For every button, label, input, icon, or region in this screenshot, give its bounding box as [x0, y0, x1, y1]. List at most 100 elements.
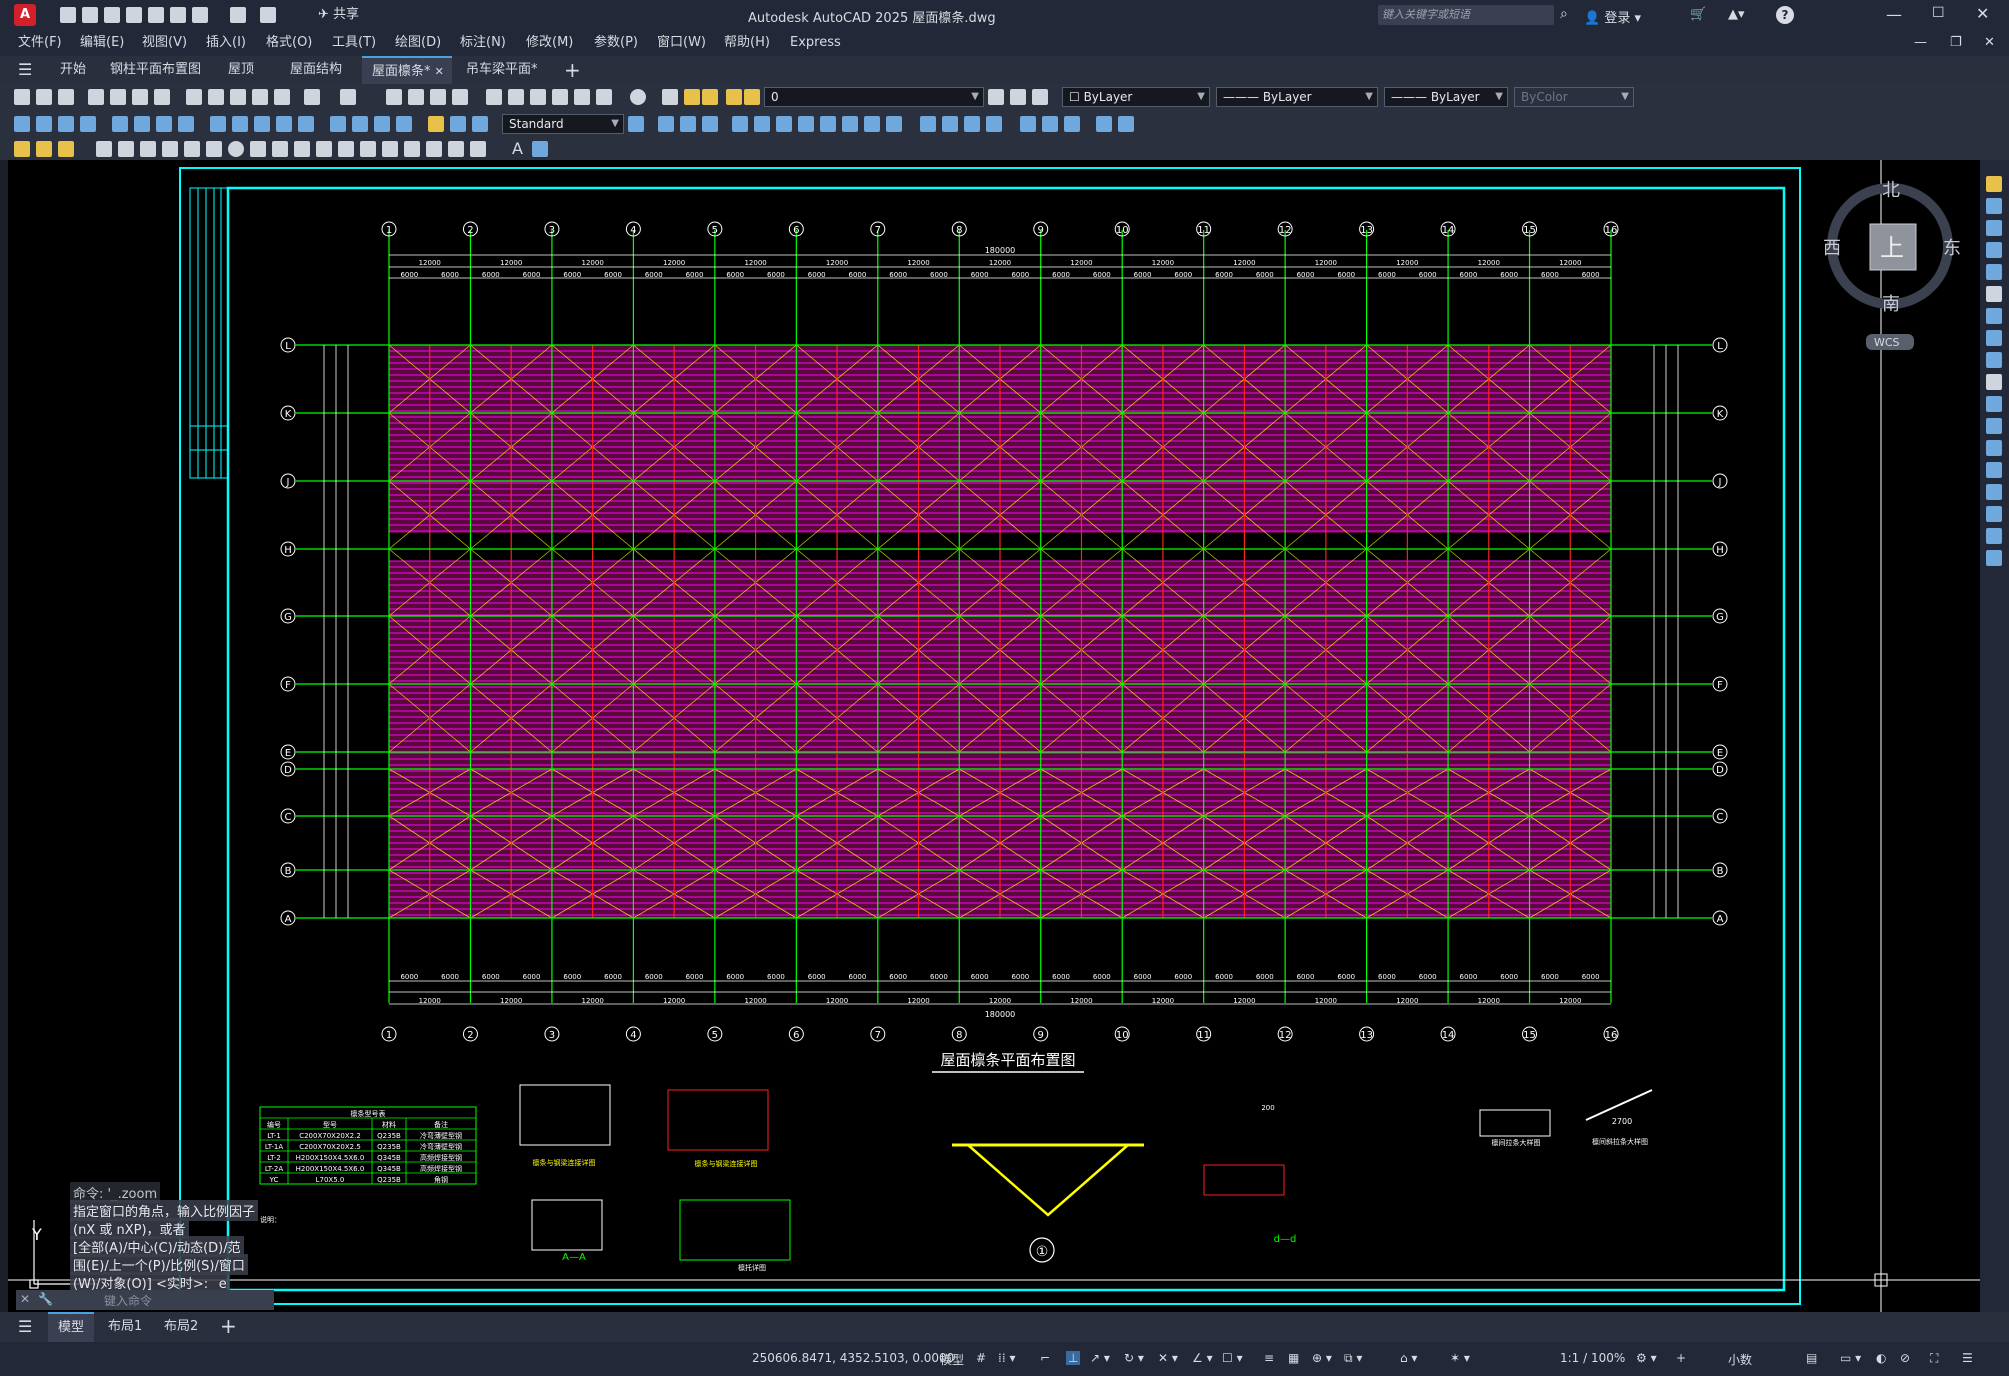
inspection-icon[interactable]: [374, 116, 390, 132]
dyn-ucs-icon[interactable]: ∠ ▾: [1192, 1351, 1213, 1365]
hamburger-menu-icon[interactable]: ☰: [18, 1317, 32, 1336]
osnap-icon[interactable]: ↻ ▾: [1124, 1351, 1144, 1365]
3d-flatten-icon[interactable]: [964, 116, 980, 132]
zoom-realtime-icon[interactable]: [408, 89, 424, 105]
blockeditor-icon[interactable]: [274, 89, 290, 105]
coordinates-readout[interactable]: 250606.8471, 4352.5103, 0.0000: [752, 1351, 954, 1365]
ellipse-icon[interactable]: [294, 141, 310, 157]
open-web-icon[interactable]: [148, 7, 164, 23]
layer-previous-icon[interactable]: [1010, 89, 1026, 105]
polygon-icon[interactable]: [162, 141, 178, 157]
properties-icon[interactable]: ▤: [1806, 1351, 1817, 1365]
polyline-icon[interactable]: [140, 141, 156, 157]
dimstyle-dropdown[interactable]: Standard ▼: [502, 114, 624, 134]
fillet-icon[interactable]: [1986, 506, 2002, 522]
quickcalc-icon[interactable]: [596, 89, 612, 105]
isodraft-icon[interactable]: ↗ ▾: [1090, 1351, 1110, 1365]
move-icon[interactable]: [1986, 286, 2002, 302]
region-icon[interactable]: [448, 141, 464, 157]
annomonitor-icon[interactable]: ⧉ ▾: [1344, 1351, 1362, 1366]
ellipse-arc-icon[interactable]: [316, 141, 332, 157]
layer-lock-icon[interactable]: [726, 89, 742, 105]
clean-screen-icon[interactable]: ⛶: [1930, 1351, 1938, 1366]
mirror-icon[interactable]: [1986, 220, 2002, 236]
hatch-icon[interactable]: [404, 141, 420, 157]
chamfer-icon[interactable]: [1986, 484, 2002, 500]
arc-icon[interactable]: [206, 141, 222, 157]
units-icon[interactable]: ⌂ ▾: [1400, 1351, 1417, 1365]
gradient-icon[interactable]: [426, 141, 442, 157]
model-space-button[interactable]: 模型: [940, 1351, 964, 1368]
dim-update-icon[interactable]: [472, 116, 488, 132]
spline-icon[interactable]: [272, 141, 288, 157]
break-point-icon[interactable]: [1986, 418, 2002, 434]
array-icon[interactable]: [1986, 264, 2002, 280]
3d-mirror-icon[interactable]: [1064, 116, 1080, 132]
erase-icon[interactable]: [1986, 176, 2002, 192]
selection-cycling-icon[interactable]: ▦: [1288, 1351, 1299, 1365]
doc-restore[interactable]: ❐: [1950, 30, 1962, 56]
autodesk-a360-icon[interactable]: ▲▾: [1728, 7, 1745, 22]
toolpalettes-icon[interactable]: [530, 89, 546, 105]
color-dropdown[interactable]: ☐ ByLayer ▼: [1062, 87, 1210, 107]
menu-tools[interactable]: 工具(T): [332, 30, 376, 56]
dim-break-icon[interactable]: [298, 116, 314, 132]
menu-dimension[interactable]: 标注(N): [460, 30, 506, 56]
open-file-icon[interactable]: [82, 7, 98, 23]
settings-icon[interactable]: ⚙ ▾: [1636, 1351, 1657, 1365]
3d-box-icon[interactable]: [658, 116, 674, 132]
break-icon[interactable]: [1986, 440, 2002, 456]
3d-union-icon[interactable]: [820, 116, 836, 132]
publish-icon[interactable]: [132, 89, 148, 105]
dim-space-icon[interactable]: [276, 116, 292, 132]
lineweight-dropdown[interactable]: ——— ByLayer ▼: [1384, 87, 1508, 107]
login-button[interactable]: 👤 登录 ▾: [1584, 7, 1641, 26]
doc-minimize[interactable]: —: [1914, 30, 1927, 56]
close-button[interactable]: ✕: [1976, 4, 1989, 23]
tab-crane-beam[interactable]: 吊车梁平面*: [456, 56, 548, 84]
otrack-icon[interactable]: ✕ ▾: [1158, 1351, 1178, 1365]
3d-wedge-icon[interactable]: [680, 116, 696, 132]
circle-icon[interactable]: [228, 141, 244, 157]
close-icon[interactable]: ✕: [20, 1292, 30, 1306]
join-icon[interactable]: [1986, 462, 2002, 478]
cut-icon[interactable]: [186, 89, 202, 105]
pan-icon[interactable]: [386, 89, 402, 105]
undo-icon[interactable]: [230, 7, 246, 23]
layer-freeze-icon[interactable]: [702, 89, 718, 105]
redo-icon[interactable]: [340, 89, 356, 105]
preview-icon[interactable]: [110, 89, 126, 105]
dim-aligned-icon[interactable]: [36, 116, 52, 132]
plot-icon[interactable]: [192, 7, 208, 23]
linetype-dropdown[interactable]: ——— ByLayer ▼: [1216, 87, 1378, 107]
menu-edit[interactable]: 编辑(E): [80, 30, 124, 56]
new-layout-icon[interactable]: +: [220, 1314, 237, 1338]
3d-sweep-icon[interactable]: [776, 116, 792, 132]
offset-icon[interactable]: [1986, 242, 2002, 258]
tab-layout1[interactable]: 布局1: [98, 1312, 152, 1342]
menu-insert[interactable]: 插入(I): [206, 30, 246, 56]
scale-icon[interactable]: [1986, 330, 2002, 346]
menu-window[interactable]: 窗口(W): [657, 30, 706, 56]
quick-select-icon[interactable]: [36, 141, 52, 157]
3d-section-icon[interactable]: [942, 116, 958, 132]
tab-roof-purlin[interactable]: 屋面檩条* ✕: [362, 56, 452, 84]
dim-continue-icon[interactable]: [254, 116, 270, 132]
revcloud-icon[interactable]: [250, 141, 266, 157]
transparency-icon[interactable]: ≡: [1264, 1351, 1274, 1365]
designcenter-icon[interactable]: [508, 89, 524, 105]
3d-align-icon[interactable]: [1042, 116, 1058, 132]
drawing-canvas[interactable]: 1 1 2 2 3 3 4 4 5 5 6 6 7 7 8 8 9 9 10 10 11 11 12 12 13 13 14 14 15…: [8, 160, 1980, 1312]
3d-extrude-icon[interactable]: [732, 116, 748, 132]
dim-baseline-icon[interactable]: [232, 116, 248, 132]
3d-move-icon[interactable]: [1118, 116, 1134, 132]
3d-loft-icon[interactable]: [798, 116, 814, 132]
menu-draw[interactable]: 绘图(D): [395, 30, 441, 56]
3d-slice-icon[interactable]: [886, 116, 902, 132]
qnew-icon[interactable]: [14, 89, 30, 105]
table-icon[interactable]: [470, 141, 486, 157]
menu-help[interactable]: 帮助(H): [724, 30, 770, 56]
blend-icon[interactable]: [1986, 528, 2002, 544]
search-input[interactable]: 键入关键字或短语: [1378, 5, 1554, 25]
matchprop-icon[interactable]: [252, 89, 268, 105]
